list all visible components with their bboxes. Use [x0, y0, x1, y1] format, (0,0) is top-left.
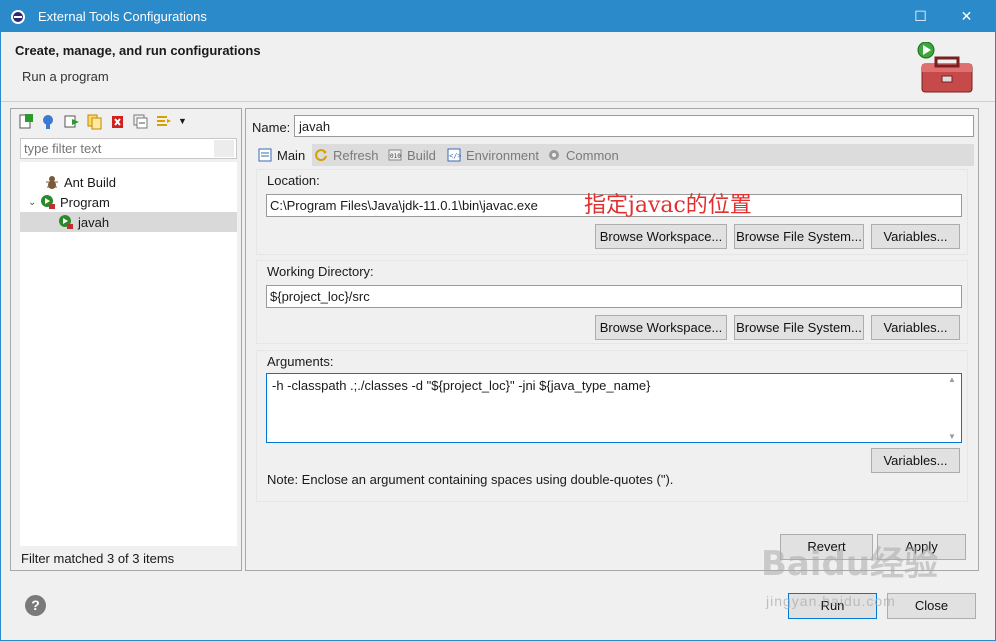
maximize-icon[interactable]: ☐	[898, 1, 943, 32]
watermark-url: jingyan.baidu.com	[766, 593, 896, 609]
tab-common[interactable]: Common	[547, 144, 631, 166]
title-bar: External Tools Configurations ☐ ✕	[1, 1, 995, 32]
delete-icon[interactable]	[109, 113, 126, 130]
arguments-note: Note: Enclose an argument containing spa…	[267, 472, 674, 487]
filter-input[interactable]	[20, 138, 237, 159]
configurations-panel: ▼ Ant Build ⌄ Program javah Filter match…	[10, 108, 242, 571]
header-divider	[1, 101, 995, 102]
build-icon: 010	[388, 149, 402, 161]
chevron-down-icon[interactable]: ▼	[178, 116, 187, 126]
name-field[interactable]: javah	[294, 115, 974, 137]
annotation-text: 指定javac的位置	[584, 193, 752, 218]
filter-icon[interactable]	[155, 113, 172, 130]
help-icon[interactable]: ?	[25, 595, 46, 616]
config-editor: Name: javah Main Refresh 010 Build </> E…	[245, 108, 979, 571]
refresh-icon	[315, 149, 327, 162]
tab-label: Common	[566, 147, 619, 163]
toolbox-icon	[917, 42, 973, 93]
clear-filter-button[interactable]	[214, 140, 234, 157]
svg-text:</>: </>	[449, 152, 461, 160]
tree-item-ant-build[interactable]: Ant Build	[44, 172, 116, 192]
arguments-text: -h -classpath .;./classes -d "${project_…	[272, 378, 651, 393]
program-icon	[41, 195, 55, 209]
working-directory-group: Working Directory: ${project_loc}/src Br…	[256, 260, 968, 344]
location-label: Location:	[267, 173, 320, 188]
chevron-down-icon[interactable]: ⌄	[28, 197, 40, 208]
svg-text:010: 010	[390, 153, 401, 160]
tree-item-label: javah	[78, 214, 110, 230]
external-tools-dialog: External Tools Configurations ☐ ✕ Create…	[0, 0, 996, 641]
textarea-scrollbar[interactable]: ▲ ▼	[944, 375, 960, 441]
collapse-all-icon[interactable]	[132, 113, 149, 130]
tree-item-program[interactable]: ⌄ Program	[28, 192, 110, 212]
arguments-label: Arguments:	[267, 354, 334, 369]
program-icon	[59, 215, 73, 229]
common-icon	[549, 150, 559, 160]
ant-icon	[46, 176, 58, 189]
variables-button[interactable]: Variables...	[871, 315, 960, 340]
tab-main[interactable]: Main	[254, 144, 312, 166]
header-subtitle: Run a program	[22, 69, 109, 84]
browse-file-system-button[interactable]: Browse File System...	[734, 224, 864, 249]
close-button[interactable]: Close	[887, 593, 976, 619]
dialog-header: Create, manage, and run configurations R…	[1, 32, 995, 102]
working-directory-label: Working Directory:	[267, 264, 374, 279]
variables-button[interactable]: Variables...	[871, 448, 960, 473]
arguments-textarea[interactable]: -h -classpath .;./classes -d "${project_…	[266, 373, 962, 443]
variables-button[interactable]: Variables...	[871, 224, 960, 249]
browse-workspace-button[interactable]: Browse Workspace...	[595, 315, 727, 340]
environment-icon: </>	[447, 148, 461, 162]
tab-bar: Main Refresh 010 Build </> Environment C…	[254, 144, 974, 166]
eclipse-icon	[11, 10, 25, 24]
tree-item-label: Ant Build	[64, 174, 117, 190]
tree-item-label: Program	[60, 194, 110, 210]
close-icon[interactable]: ✕	[944, 1, 989, 32]
tab-label: Environment	[466, 147, 539, 163]
working-directory-field[interactable]: ${project_loc}/src	[266, 285, 962, 308]
new-config-icon[interactable]	[17, 113, 34, 130]
header-title: Create, manage, and run configurations	[15, 43, 261, 58]
duplicate-icon[interactable]	[86, 113, 103, 130]
config-tree: Ant Build ⌄ Program javah	[20, 162, 237, 546]
browse-file-system-button[interactable]: Browse File System...	[734, 315, 864, 340]
filter-status: Filter matched 3 of 3 items	[21, 551, 175, 566]
browse-workspace-button[interactable]: Browse Workspace...	[595, 224, 727, 249]
tab-refresh[interactable]: Refresh	[314, 144, 386, 166]
main-tab-icon	[258, 148, 272, 162]
export-config-icon[interactable]	[63, 113, 80, 130]
name-label: Name:	[252, 120, 291, 135]
tab-environment[interactable]: </> Environment	[447, 144, 547, 166]
tree-item-javah[interactable]: javah	[20, 212, 237, 232]
scroll-up-icon[interactable]: ▲	[948, 375, 956, 384]
tab-label: Refresh	[333, 147, 379, 163]
scroll-down-icon[interactable]: ▼	[948, 432, 956, 441]
new-prototype-icon[interactable]	[40, 113, 57, 130]
watermark-logo: Baidu经验	[761, 544, 939, 584]
arguments-group: Arguments: -h -classpath .;./classes -d …	[256, 350, 968, 502]
tab-build[interactable]: 010 Build	[388, 144, 444, 166]
config-toolbar: ▼	[17, 111, 187, 131]
main-tab-content: Location: C:\Program Files\Java\jdk-11.0…	[254, 166, 974, 566]
tab-label: Main	[277, 147, 306, 163]
window-title: External Tools Configurations	[38, 9, 207, 24]
tab-label: Build	[407, 147, 436, 163]
